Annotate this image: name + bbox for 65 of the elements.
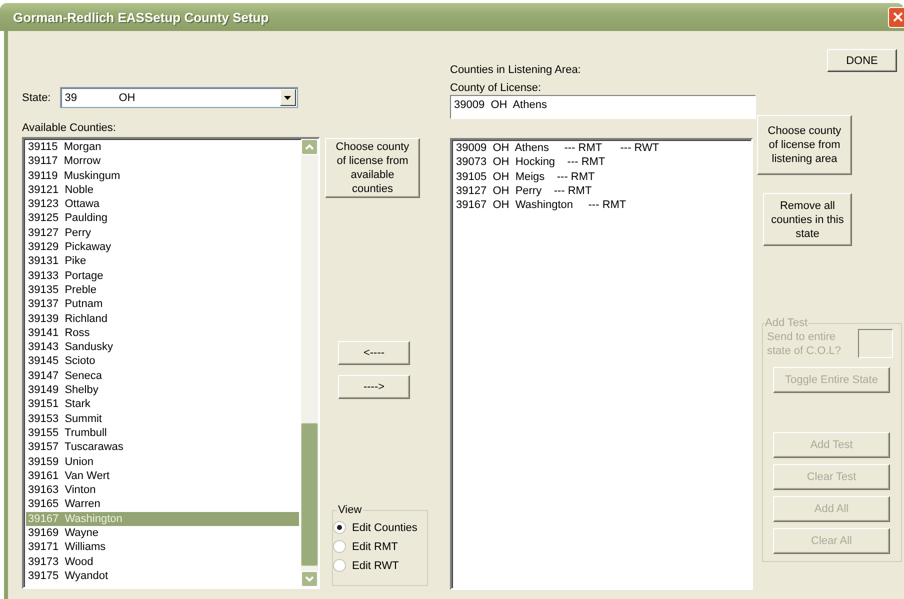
county-item[interactable]: 39165 Warren — [26, 497, 299, 512]
scroll-thumb[interactable] — [301, 423, 318, 566]
county-item[interactable]: 39157 Tuscarawas — [26, 440, 299, 455]
send-to-state-label: Send to entire state of C.O.L? — [767, 330, 842, 358]
view-label: View — [337, 504, 363, 516]
close-button[interactable] — [888, 6, 904, 28]
available-counties-list[interactable] — [22, 137, 320, 589]
done-button[interactable]: DONE — [827, 49, 897, 72]
county-item[interactable]: 39155 Trumbull — [26, 426, 299, 440]
county-item[interactable]: 39161 Van Wert — [26, 468, 299, 484]
state-dropdown[interactable]: 39 OH — [60, 87, 298, 108]
county-item[interactable]: 39173 Wood — [26, 554, 299, 569]
view-option[interactable]: Edit RWT — [333, 556, 423, 575]
county-item[interactable]: 39129 Pickaway — [26, 240, 299, 254]
scroll-up-button[interactable] — [301, 139, 318, 155]
available-counties-label: Available Counties: — [22, 121, 117, 135]
radio-button[interactable] — [333, 540, 346, 553]
county-item[interactable]: 39145 Scioto — [26, 354, 299, 369]
county-item[interactable]: 39117 Morrow — [26, 154, 299, 169]
county-item[interactable]: 39159 Union — [26, 454, 299, 469]
listening-county-item[interactable]: 39009 OH Athens --- RMT --- RWT — [454, 141, 749, 156]
listening-county-item[interactable]: 39073 OH Hocking --- RMT — [454, 155, 749, 170]
county-item[interactable]: 39163 Vinton — [26, 483, 299, 498]
window-title: Gorman-Redlich EASSetup County Setup — [12, 10, 269, 24]
county-item[interactable]: 39149 Shelby — [26, 383, 299, 398]
listening-county-item[interactable]: 39167 OH Washington --- RMT — [454, 198, 749, 212]
radio-button[interactable] — [333, 521, 346, 534]
listening-area-list[interactable]: 39009 OH Athens --- RMT --- RWT 39073 OH Hocking --- RMT 39105 OH Meigs --- RMT 39127 OH Perry --- RMT 39167 OH Washington --- RMT — [450, 138, 753, 590]
county-of-license-label: County of License: — [450, 81, 542, 95]
county-of-license-field[interactable]: 39009 OH Athens — [450, 95, 756, 119]
county-item[interactable]: 39133 Portage — [26, 268, 299, 283]
county-item[interactable]: 39143 Sandusky — [26, 340, 299, 354]
county-item[interactable]: 39131 Pike — [26, 254, 299, 269]
county-item[interactable]: 39139 Richland — [26, 312, 299, 326]
add-test-label: Add Test — [765, 317, 808, 329]
county-item[interactable]: 39141 Ross — [26, 326, 299, 340]
county-item[interactable]: 39171 Williams — [26, 540, 299, 555]
move-right-button[interactable]: ----> — [338, 375, 410, 399]
move-left-button[interactable]: <---- — [338, 341, 410, 365]
listening-county-item[interactable]: 39105 OH Meigs --- RMT — [454, 170, 749, 184]
close-icon[interactable] — [893, 12, 903, 22]
listening-area-label: Counties in Listening Area: — [450, 63, 582, 77]
county-item[interactable]: 39123 Ottawa — [26, 197, 299, 212]
county-item[interactable]: 39147 Seneca — [26, 368, 299, 384]
county-item[interactable]: 39127 Perry — [26, 226, 299, 240]
county-item[interactable]: 39169 Wayne — [26, 526, 299, 540]
county-item[interactable]: 39121 Noble — [26, 182, 299, 198]
county-item[interactable]: 39135 Preble — [26, 282, 299, 298]
scroll-down-button[interactable] — [301, 571, 318, 587]
choose-from-listening-button[interactable]: Choose county of license from listening area — [757, 115, 852, 175]
listening-county-item[interactable]: 39127 OH Perry --- RMT — [454, 184, 749, 198]
county-item[interactable]: 39119 Muskingum — [26, 168, 299, 183]
county-item[interactable]: 39151 Stark — [26, 397, 299, 412]
choose-from-available-button[interactable]: Choose county of license from available counties — [325, 138, 420, 198]
radio-button[interactable] — [333, 559, 346, 572]
view-option[interactable]: Edit RMT — [333, 537, 423, 556]
county-item[interactable]: 39125 Paulding — [26, 211, 299, 226]
scrollbar[interactable] — [301, 139, 318, 587]
view-option[interactable]: Edit Counties — [333, 518, 423, 537]
county-item[interactable]: 39153 Summit — [26, 412, 299, 426]
remove-all-button[interactable]: Remove all counties in this state — [763, 193, 852, 246]
county-item[interactable]: 39115 Morgan — [26, 140, 299, 154]
county-item[interactable]: 39137 Putnam — [26, 297, 299, 312]
county-item[interactable]: 39175 Wyandot — [26, 568, 299, 584]
state-label: State: — [22, 92, 51, 104]
